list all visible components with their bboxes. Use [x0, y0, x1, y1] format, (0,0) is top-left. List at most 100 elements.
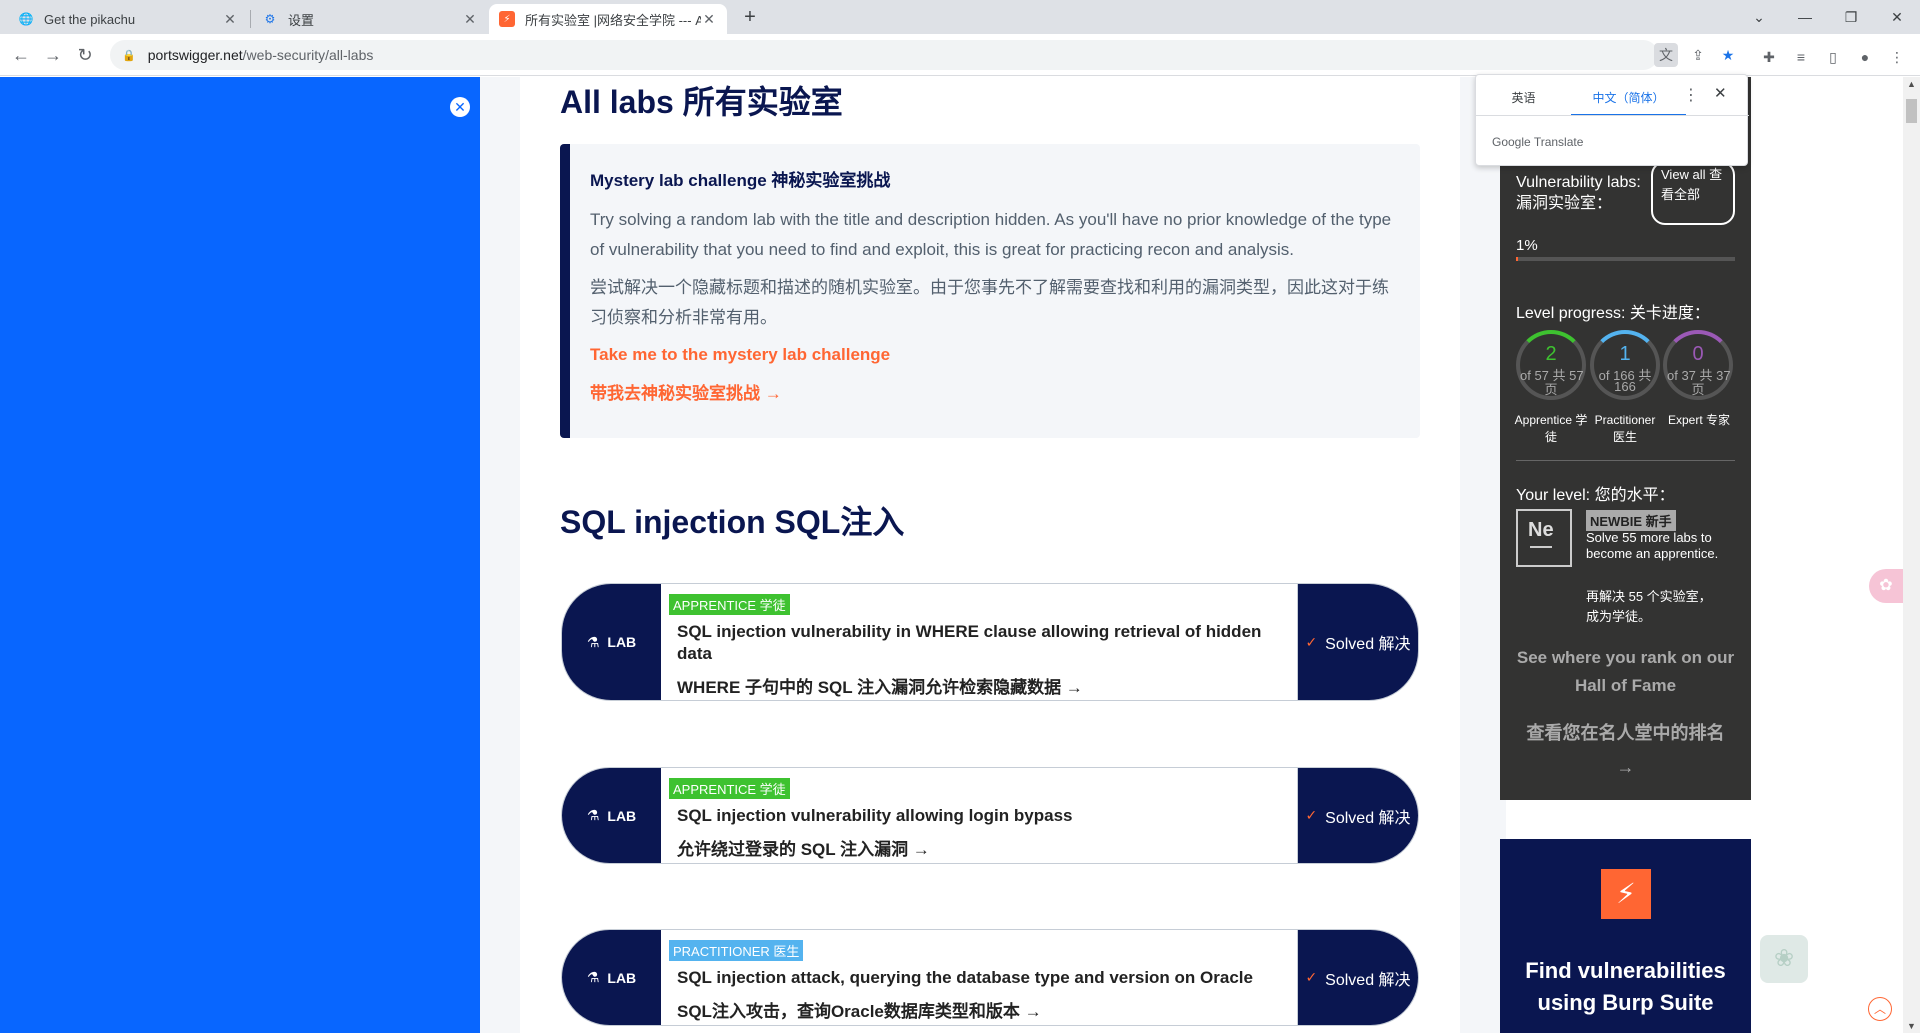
mystery-desc-cn: 尝试解决一个隐藏标题和描述的随机实验室。由于您事先不了解需要查找和利用的漏洞类型… — [590, 278, 1389, 327]
mystery-cta-link-cn[interactable]: 带我去神秘实验室挑战 → — [590, 379, 1400, 404]
window-close-icon[interactable]: ✕ — [1874, 4, 1920, 30]
tab-pikachu[interactable]: 🌐 Get the pikachu ✕ — [8, 4, 248, 34]
lab-row[interactable]: ⚗ LAB PRACTITIONER 医生 SQL injection attac… — [561, 929, 1419, 1026]
side-panel-icon[interactable]: ▯ — [1822, 46, 1844, 68]
level-badge: PRACTITIONER 医生 — [669, 940, 804, 961]
back-to-top-icon[interactable]: ︿ — [1868, 997, 1892, 1021]
url-host: portswigger.net — [147, 47, 243, 63]
level-progress-label: Level progress: 关卡进度： — [1516, 305, 1710, 322]
ring-label-expert: Expert 专家 — [1667, 413, 1731, 427]
tab-title: 设置 — [288, 12, 315, 28]
panel-close-icon[interactable]: ✕ — [450, 97, 470, 117]
burp-promo[interactable]: ⚡ Find vulnerabilities using Burp Suite — [1500, 839, 1751, 1033]
solved-status: ✓ Solved 解决 — [1297, 584, 1418, 700]
lab-body: PRACTITIONER 医生 SQL injection attack, qu… — [661, 930, 1297, 1025]
hall-of-fame-link[interactable]: See where you rank on our Hall of Fame — [1516, 644, 1735, 700]
google-translate-brand: Google Translate — [1492, 135, 1584, 149]
floating-logo-icon[interactable]: ❀ — [1760, 935, 1808, 983]
solved-label: Solved 解决 — [1325, 636, 1411, 653]
level-badge: APPRENTICE 学徒 — [669, 594, 790, 615]
restore-icon[interactable]: ❐ — [1828, 4, 1874, 30]
scroll-up-icon[interactable]: ▲ — [1907, 79, 1916, 89]
scroll-down-icon[interactable]: ▼ — [1907, 1021, 1916, 1031]
view-all-button[interactable]: View all 查看全部 — [1651, 161, 1735, 225]
lab-title-cn[interactable]: 允许绕过登录的 SQL 注入漏洞 → — [677, 835, 1285, 860]
minimize-icon[interactable]: — — [1782, 4, 1828, 30]
menu-kebab-icon[interactable]: ⋮ — [1886, 46, 1908, 68]
section-title: SQL injection SQL注入 — [560, 504, 905, 540]
check-icon: ✓ — [1305, 633, 1318, 650]
tab-title: 所有实验室 |网络安全学院 --- A — [525, 12, 701, 28]
mystery-lab-card: Mystery lab challenge 神秘实验室挑战 Try solvin… — [560, 144, 1420, 438]
lab-title-cn[interactable]: SQL注入攻击，查询Oracle数据库类型和版本 → — [677, 997, 1285, 1022]
lock-icon: 🔒 — [122, 49, 136, 62]
solved-status: ✓ Solved 解决 — [1297, 768, 1418, 863]
hall-of-fame-link-cn[interactable]: 查看您在名人堂中的排名 → — [1516, 716, 1735, 784]
back-arrow-icon[interactable]: ← — [8, 42, 34, 68]
close-icon[interactable]: ✕ — [1714, 84, 1727, 102]
tab-all-labs[interactable]: ⚡ 所有实验室 |网络安全学院 --- A ✕ — [489, 4, 727, 34]
solved-label: Solved 解决 — [1325, 809, 1411, 827]
reload-icon[interactable]: ↻ — [72, 42, 98, 68]
progress-percent: 1% — [1516, 237, 1538, 254]
new-tab-button[interactable]: + — [738, 6, 762, 30]
close-icon[interactable]: ✕ — [701, 11, 717, 28]
translate-popup: 英语 中文（简体） ⋮ ✕ Google Translate — [1475, 74, 1749, 166]
solve-more-en: Solve 55 more labs to become an apprenti… — [1586, 530, 1719, 561]
lab-title-en[interactable]: SQL injection vulnerability allowing log… — [677, 805, 1285, 827]
scrollbar-thumb[interactable] — [1906, 99, 1917, 123]
page-viewport: ✕ All labs 所有实验室 Mystery lab challenge 神… — [0, 77, 1920, 1033]
lab-tag: ⚗ LAB — [562, 768, 661, 863]
check-icon: ✓ — [1305, 969, 1318, 985]
media-icon[interactable]: ≡ — [1790, 46, 1812, 68]
lab-row[interactable]: ⚗ LAB APPRENTICE 学徒 SQL injection vulnera… — [561, 767, 1419, 864]
tab-settings[interactable]: ⚙ 设置 ✕ — [252, 4, 488, 34]
address-bar[interactable]: 🔒 portswigger.net/web-security/all-labs — [110, 40, 1658, 70]
divider — [1516, 460, 1735, 461]
translate-icon[interactable]: 文 — [1654, 43, 1678, 67]
bookmark-star-icon[interactable]: ★ — [1716, 43, 1740, 67]
scrollbar[interactable]: ▲ ▼ — [1903, 77, 1920, 1033]
progress-sidebar: Vulnerability labs: 漏洞实验室： View all 查看全部… — [1500, 77, 1751, 800]
lab-title-en[interactable]: SQL injection attack, querying the datab… — [677, 967, 1285, 989]
ring-count: 1 — [1619, 343, 1631, 365]
practitioner-ring: 1 of 166 共 166 — [1590, 330, 1660, 400]
extensions-icon[interactable]: ✚ — [1758, 46, 1780, 68]
apprentice-ring: 2 of 57 共 57 页 — [1516, 330, 1586, 400]
badge-line — [1530, 546, 1552, 548]
lab-title-en[interactable]: SQL injection vulnerability in WHERE cla… — [677, 621, 1285, 665]
mystery-cta-link[interactable]: Take me to the mystery lab challenge — [590, 345, 1400, 365]
lab-row[interactable]: ⚗ LAB APPRENTICE 学徒 SQL injection vulnera… — [561, 583, 1419, 701]
floating-assistant-icon[interactable]: ✿ — [1869, 569, 1903, 603]
url-text: portswigger.net/web-security/all-labs — [148, 47, 374, 63]
tab-search-icon[interactable]: ⌄ — [1736, 4, 1782, 30]
lab-body: APPRENTICE 学徒 SQL injection vulnerabilit… — [661, 584, 1297, 700]
gear-icon: ⚙ — [264, 12, 276, 26]
page-title: All labs 所有实验室 — [560, 84, 843, 120]
lab-tag: ⚗ LAB — [562, 930, 661, 1025]
ring-count: 2 — [1545, 343, 1557, 365]
ring-label-apprentice: Apprentice 学徒 — [1514, 413, 1588, 444]
burp-promo-text: Find vulnerabilities using Burp Suite — [1525, 958, 1726, 1015]
expert-ring: 0 of 37 共 37 页 — [1663, 330, 1733, 400]
solved-label: Solved 解决 — [1325, 971, 1411, 989]
lab-tag-label: LAB — [607, 634, 637, 650]
ring-label-practitioner: Practitioner 医生 — [1594, 413, 1656, 444]
lab-tag-label: LAB — [607, 807, 637, 824]
tab-separator — [250, 10, 251, 28]
vuln-labs-label: Vulnerability labs: 漏洞实验室： — [1516, 174, 1641, 212]
level-badge-text: Ne — [1528, 519, 1554, 541]
divider — [1476, 115, 1749, 116]
burp-logo-icon: ⚡ — [1601, 869, 1651, 919]
more-options-icon[interactable]: ⋮ — [1683, 85, 1699, 105]
translate-target-tab[interactable]: 中文（简体） — [1571, 89, 1686, 116]
profile-avatar-icon[interactable]: ● — [1854, 46, 1876, 68]
share-icon[interactable]: ⇪ — [1686, 43, 1710, 67]
portswigger-icon: ⚡ — [499, 11, 515, 27]
translate-source-tab[interactable]: 英语 — [1476, 89, 1571, 106]
lab-title-cn[interactable]: WHERE 子句中的 SQL 注入漏洞允许检索隐藏数据 → — [677, 673, 1285, 698]
newbie-badge: NEWBIE 新手 — [1586, 510, 1676, 531]
forward-arrow-icon[interactable]: → — [40, 42, 66, 68]
close-icon[interactable]: ✕ — [222, 11, 238, 28]
close-icon[interactable]: ✕ — [462, 11, 478, 28]
